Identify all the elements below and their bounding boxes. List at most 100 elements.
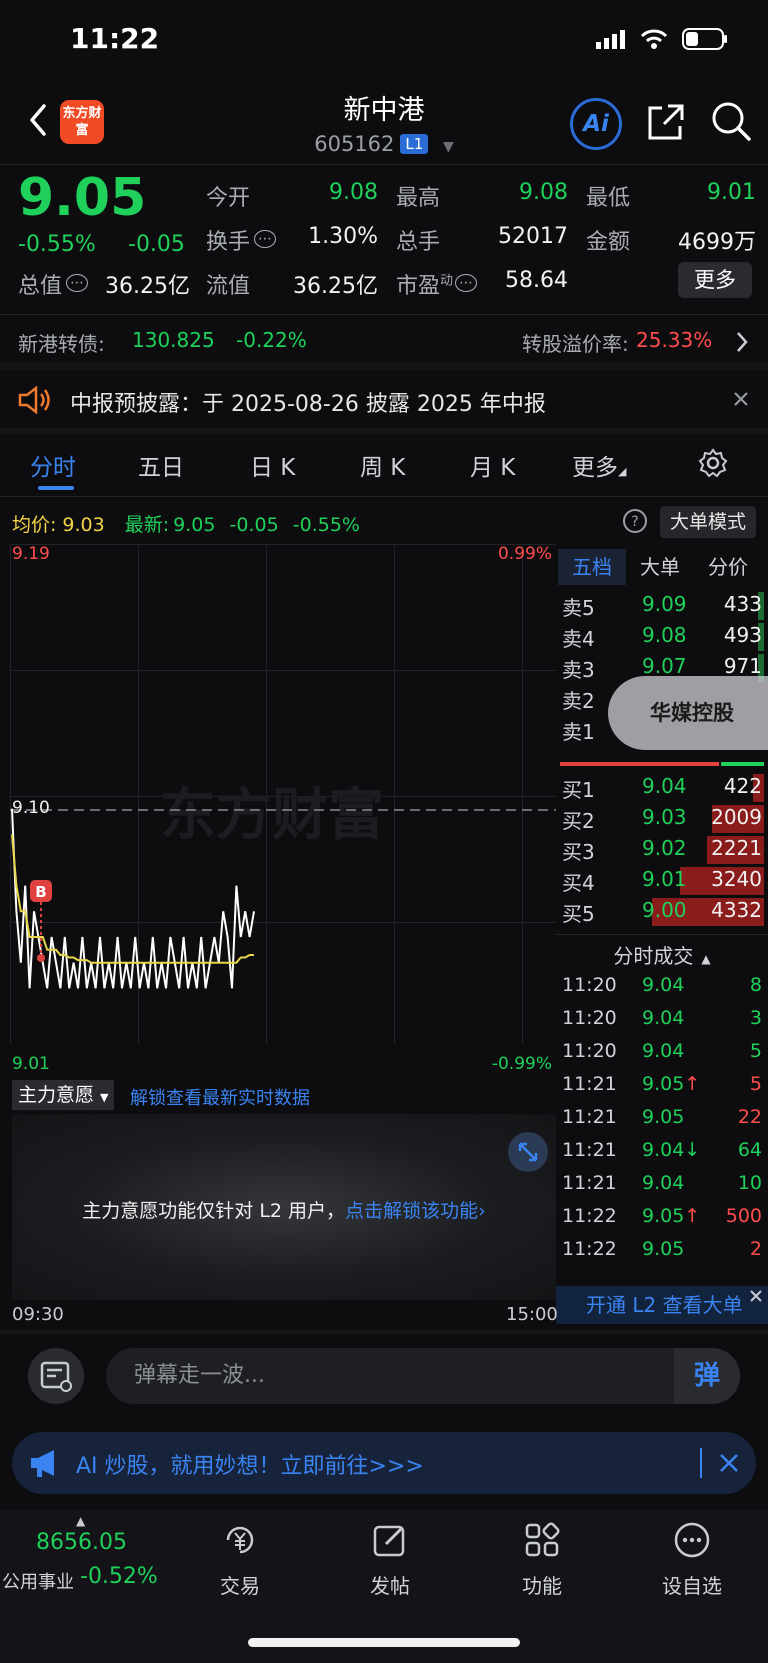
nav-functions[interactable]: 功能 <box>492 1520 592 1599</box>
trade-icon <box>226 1526 254 1554</box>
change-value: -0.05 <box>128 232 185 257</box>
sector-index-value[interactable]: 8656.05 <box>36 1530 127 1555</box>
info-icon[interactable]: ⋯ <box>66 274 89 292</box>
trade-price: 9.05 <box>642 1106 685 1128</box>
home-indicator <box>248 1638 520 1647</box>
tab-big-orders[interactable]: 大单 <box>626 549 694 585</box>
trade-price: 9.04 <box>642 1040 685 1062</box>
tab-weekly-k[interactable]: 周 K <box>360 448 405 482</box>
price-summary: 均价: 9.03 最新: 9.05 -0.05 -0.55% <box>12 514 360 536</box>
tab-price-dist[interactable]: 分价 <box>694 549 762 585</box>
y-axis-mid: 9.10 <box>12 798 50 818</box>
ai-assistant-button[interactable]: Ai <box>570 98 622 150</box>
premium-value: 25.33% <box>636 328 713 352</box>
nav-add-watchlist[interactable]: 设自选 <box>642 1520 742 1599</box>
level-label: 卖1 <box>562 720 595 744</box>
floating-stock-tag[interactable]: 华媒控股 <box>608 676 768 750</box>
nav-add-watchlist-label: 设自选 <box>662 1574 722 1598</box>
l2-upgrade-banner[interactable]: 开通 L2 查看大单 <box>556 1286 768 1324</box>
danmaku-settings-button[interactable] <box>28 1348 84 1404</box>
pe-value: 58.64 <box>505 268 568 293</box>
level-label: 卖4 <box>562 627 595 651</box>
trade-time: 11:20 <box>562 974 617 996</box>
unlock-feature-link[interactable]: 点击解锁该功能 <box>345 1200 478 1222</box>
premium-label: 转股溢价率: <box>522 332 629 356</box>
bond-label[interactable]: 新港转债: <box>18 328 105 357</box>
low-value: 9.01 <box>707 180 756 205</box>
nav-post-label: 发帖 <box>370 1574 410 1598</box>
tab-monthly-k[interactable]: 月 K <box>470 448 515 482</box>
wifi-icon <box>640 29 668 49</box>
pct-axis-top: 0.99% <box>497 544 552 564</box>
bid-row: 买4 9.01 3240 <box>560 867 764 897</box>
level-quantity: 493 <box>723 623 762 647</box>
trade-row: 11:21 9.04↓ 64 <box>560 1139 764 1169</box>
info-icon[interactable]: ⋯ <box>254 230 277 248</box>
info-icon[interactable]: ⋯ <box>455 274 478 292</box>
trade-volume: 500 <box>725 1205 762 1227</box>
megaphone-icon <box>31 1450 54 1477</box>
main-force-panel: 主力意愿功能仅针对 L2 用户，点击解锁该功能› <box>12 1114 556 1300</box>
trade-time: 11:21 <box>562 1106 617 1128</box>
divider <box>700 1448 702 1478</box>
trades-header[interactable]: 分时成交 ▲ <box>556 940 768 969</box>
nav-trade[interactable]: 交易 <box>190 1520 290 1599</box>
level-quantity: 2009 <box>711 805 762 829</box>
danmaku-send-button[interactable]: 弹 <box>674 1348 740 1404</box>
close-icon[interactable] <box>748 1288 764 1304</box>
tab-more[interactable]: 更多◢ <box>572 448 626 482</box>
caret-icon: ▼ <box>100 1091 109 1104</box>
high-value: 9.08 <box>519 180 568 205</box>
mktcap-label: 总值 ⋯ <box>18 268 89 300</box>
speaker-icon <box>18 385 50 415</box>
time-axis-start: 09:30 <box>12 1304 64 1325</box>
intraday-chart[interactable]: 东方财富 B 9.19 0.99% 9.10 9.01 -0.99% <box>10 544 556 1078</box>
close-icon[interactable] <box>732 390 750 408</box>
settings-icon[interactable] <box>698 448 728 478</box>
level-quantity: 433 <box>723 592 762 616</box>
danmaku-input[interactable]: 弹幕走一波... <box>106 1348 740 1404</box>
pe-label: 市盈动 ⋯ <box>396 268 478 300</box>
level-price: 9.07 <box>642 654 687 678</box>
trade-volume: 5 <box>749 1040 762 1062</box>
more-dots-icon <box>674 1522 710 1558</box>
trade-row: 11:21 9.05↑ 5 <box>560 1073 764 1103</box>
trade-price: 9.04 <box>642 1172 685 1194</box>
mktcap-value: 36.25亿 <box>105 274 190 299</box>
divider <box>0 1330 768 1334</box>
promo-text[interactable]: AI 炒股，就用妙想！立即前往>>> <box>76 1448 424 1480</box>
tab-five-levels[interactable]: 五档 <box>558 549 626 585</box>
tab-intraday[interactable]: 分时 <box>30 448 76 482</box>
trade-time: 11:21 <box>562 1073 617 1095</box>
level-price: 9.08 <box>642 623 687 647</box>
big-order-mode-button[interactable]: 大单模式 <box>660 506 756 538</box>
unlock-realtime-link[interactable]: 解锁查看最新实时数据 <box>130 1084 310 1110</box>
nav-post[interactable]: 发帖 <box>340 1520 440 1599</box>
tab-daily-k[interactable]: 日 K <box>250 448 295 482</box>
bond-change: -0.22% <box>236 328 307 352</box>
bond-price: 130.825 <box>132 328 215 352</box>
help-icon[interactable]: ? <box>622 508 648 534</box>
expand-button[interactable] <box>508 1132 548 1172</box>
close-icon[interactable] <box>718 1452 740 1474</box>
level-label: 卖2 <box>562 689 595 713</box>
share-icon[interactable] <box>646 102 686 142</box>
signal-icon <box>596 30 625 49</box>
level-label: 买4 <box>562 871 595 895</box>
level-quantity: 4332 <box>711 898 762 922</box>
ai-promo-banner[interactable]: AI 炒股，就用妙想！立即前往>>> <box>12 1432 756 1494</box>
open-label: 今开 <box>206 186 251 211</box>
main-force-tab[interactable]: 主力意愿 ▼ <box>12 1080 115 1110</box>
divider <box>556 934 768 935</box>
pct-axis-bottom: -0.99% <box>491 1054 552 1074</box>
search-icon[interactable] <box>710 100 752 142</box>
notice-text[interactable]: 中报预披露：于 2025-08-26 披露 2025 年中报 <box>70 386 546 418</box>
chart-watermark: 东方财富 <box>160 783 384 848</box>
current-price: 9.05 <box>18 168 147 228</box>
volume-value: 52017 <box>498 224 568 249</box>
more-button[interactable]: 更多 <box>678 262 752 298</box>
tab-5day[interactable]: 五日 <box>138 448 184 482</box>
sector-index-name[interactable]: 公用事业 <box>2 1568 74 1594</box>
chevron-right-icon[interactable] <box>734 330 750 354</box>
caret-up-icon: ▲ <box>701 952 711 966</box>
